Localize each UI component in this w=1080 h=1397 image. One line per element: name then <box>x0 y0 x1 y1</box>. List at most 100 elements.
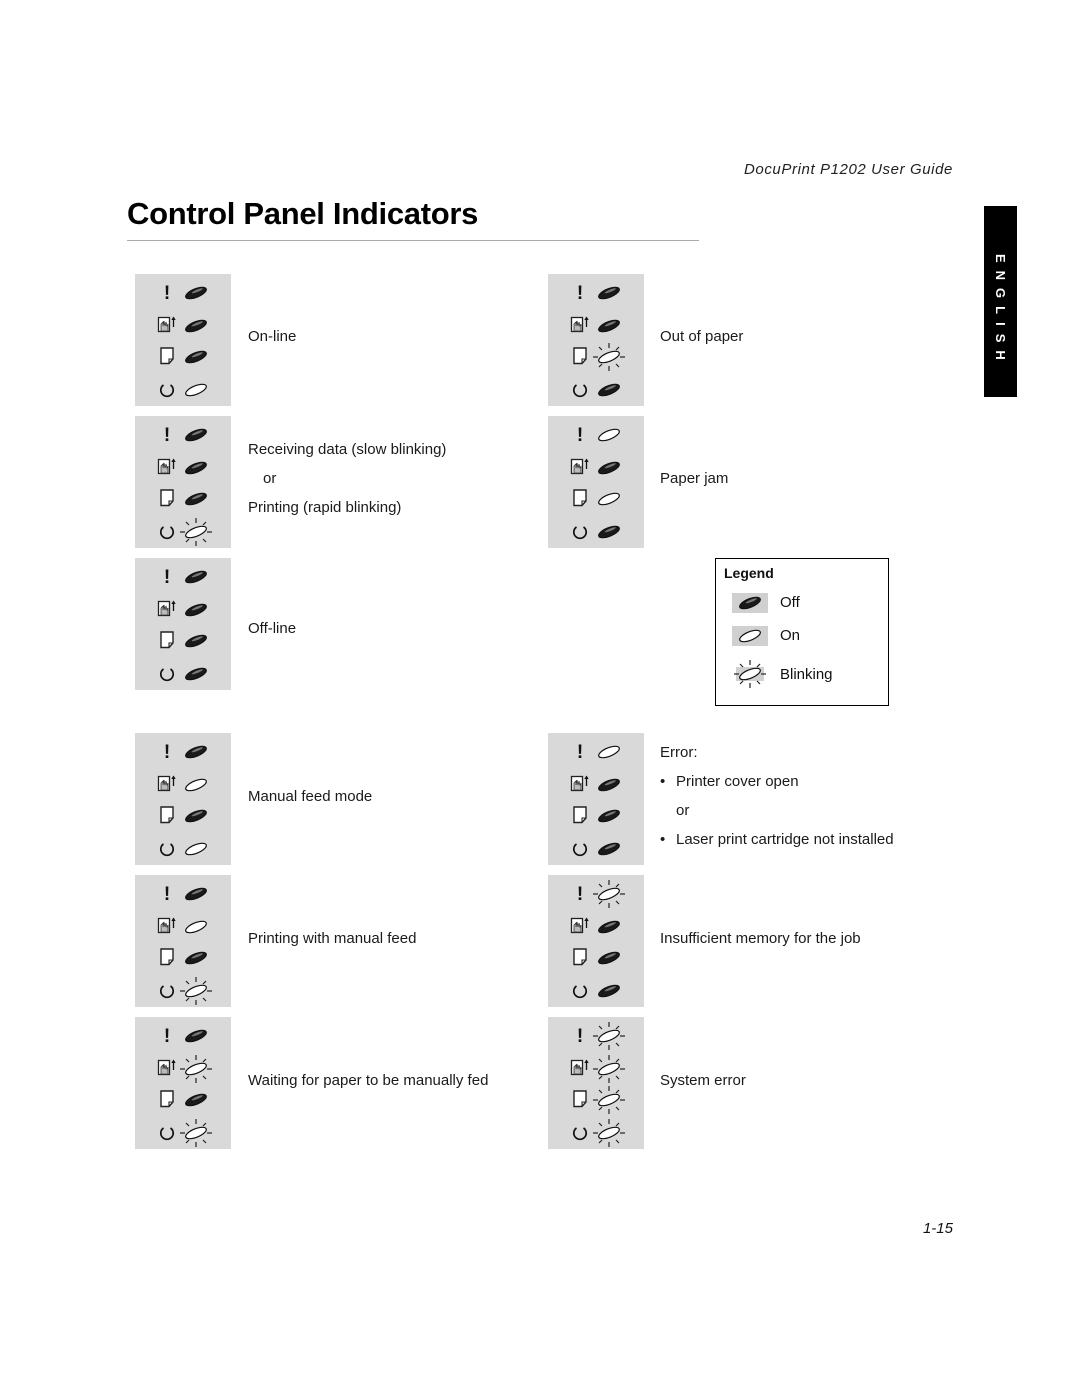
entry-description: Manual feed mode <box>248 782 372 811</box>
led-on-icon <box>598 745 620 759</box>
indicator-row-ready <box>135 832 231 865</box>
ready-icon <box>572 526 588 540</box>
description-line: Error: <box>660 744 698 761</box>
page-number: 1-15 <box>922 1220 953 1237</box>
indicator-row-manual-feed <box>548 768 644 801</box>
manual-feed-icon <box>157 600 176 617</box>
ready-icon <box>572 1127 588 1141</box>
indicator-row-paper <box>548 340 644 373</box>
svg-text:!: ! <box>164 283 170 303</box>
led-on-icon <box>185 842 207 856</box>
svg-text:!: ! <box>164 425 170 445</box>
led-off-icon <box>185 667 207 681</box>
indicator-row-paper <box>548 941 644 974</box>
led-off-icon <box>185 634 207 648</box>
legend-label: Blinking <box>780 666 833 683</box>
led-blinking-icon <box>593 1119 625 1147</box>
description-line: or <box>676 802 690 819</box>
svg-text:!: ! <box>577 283 583 303</box>
entry-description: Insufficient memory for the job <box>660 924 861 953</box>
svg-text:!: ! <box>577 1026 583 1046</box>
indicator-row-manual-feed <box>135 451 231 484</box>
led-off-icon <box>598 778 620 792</box>
entry-description: Printing with manual feed <box>248 924 416 953</box>
led-off-icon <box>185 492 207 506</box>
entry-description: Error: • Printer cover open or • Laser print … <box>660 738 894 854</box>
indicator-panel: ! <box>135 558 231 690</box>
paper-icon <box>160 347 174 365</box>
led-off-icon <box>598 525 620 539</box>
paper-icon <box>160 631 174 649</box>
ready-icon <box>159 1127 175 1141</box>
led-blinking-icon <box>180 518 212 546</box>
entry-description: Off-line <box>248 614 296 643</box>
paper-icon <box>573 806 587 824</box>
led-on-icon <box>185 920 207 934</box>
indicator-row-manual-feed <box>548 910 644 943</box>
indicator-panel: ! <box>548 875 644 1007</box>
indicator-panel: ! <box>135 875 231 1007</box>
indicator-row-ready <box>548 515 644 548</box>
led-off-icon <box>598 809 620 823</box>
entry-description: Paper jam <box>660 464 728 493</box>
indicator-row-error: ! <box>548 276 644 309</box>
led-blinking-icon <box>593 1055 625 1083</box>
led-off-icon <box>598 286 620 300</box>
running-header: DocuPrint P1202 User Guide <box>743 161 953 178</box>
led-blinking-icon <box>593 1086 625 1114</box>
error-icon: ! <box>164 567 170 587</box>
led-blinking-icon <box>593 1022 625 1050</box>
legend-item-on: On <box>732 626 872 652</box>
indicator-row-paper <box>548 799 644 832</box>
indicator-row-paper <box>135 941 231 974</box>
indicator-row-paper <box>135 340 231 373</box>
led-blinking-icon <box>593 343 625 371</box>
legend-title: Legend <box>724 565 774 581</box>
entry-description: On-line <box>248 322 296 351</box>
description-line: Insufficient memory for the job <box>660 930 861 947</box>
indicator-row-ready <box>135 974 231 1007</box>
entry-description: Receiving data (slow blinking) or Printing… <box>248 435 446 522</box>
led-blinking-icon <box>180 1119 212 1147</box>
description-line: Waiting for paper to be manually fed <box>248 1072 489 1089</box>
indicator-row-error: ! <box>548 1019 644 1052</box>
indicator-row-manual-feed <box>135 1052 231 1085</box>
description-line: Printing with manual feed <box>248 930 417 947</box>
led-blinking-icon <box>180 1055 212 1083</box>
svg-text:!: ! <box>577 425 583 445</box>
page-title: Control Panel Indicators <box>127 196 479 231</box>
description-line: • Printer cover open <box>660 767 894 796</box>
indicator-row-paper <box>135 799 231 832</box>
indicator-row-error: ! <box>135 418 231 451</box>
indicator-row-ready <box>135 657 231 690</box>
manual-feed-icon <box>570 316 589 333</box>
led-off-icon <box>598 951 620 965</box>
indicator-row-error: ! <box>135 1019 231 1052</box>
indicator-row-error: ! <box>548 735 644 768</box>
indicator-row-ready <box>548 1116 644 1149</box>
legend-item-blinking: Blinking <box>732 660 872 691</box>
led-off-icon <box>598 920 620 934</box>
description-line: Paper jam <box>660 470 729 487</box>
led-on-icon <box>185 778 207 792</box>
svg-text:!: ! <box>164 742 170 762</box>
indicator-row-ready <box>135 373 231 406</box>
led-on-icon <box>598 492 620 506</box>
indicator-panel: ! <box>135 733 231 865</box>
legend-label: On <box>780 627 801 644</box>
led-off-icon <box>185 570 207 584</box>
description-line: Out of paper <box>660 328 744 345</box>
indicator-row-error: ! <box>135 276 231 309</box>
error-icon: ! <box>164 425 170 445</box>
led-off-icon <box>598 842 620 856</box>
indicator-panel: ! <box>548 416 644 548</box>
paper-icon <box>573 489 587 507</box>
indicator-row-ready <box>548 832 644 865</box>
manual-feed-icon <box>570 775 589 792</box>
manual-feed-icon <box>157 1059 176 1076</box>
error-icon: ! <box>577 742 583 762</box>
description-line: On-line <box>248 328 297 345</box>
led-off-icon <box>185 603 207 617</box>
svg-text:!: ! <box>577 884 583 904</box>
entry-description: Out of paper <box>660 322 743 351</box>
